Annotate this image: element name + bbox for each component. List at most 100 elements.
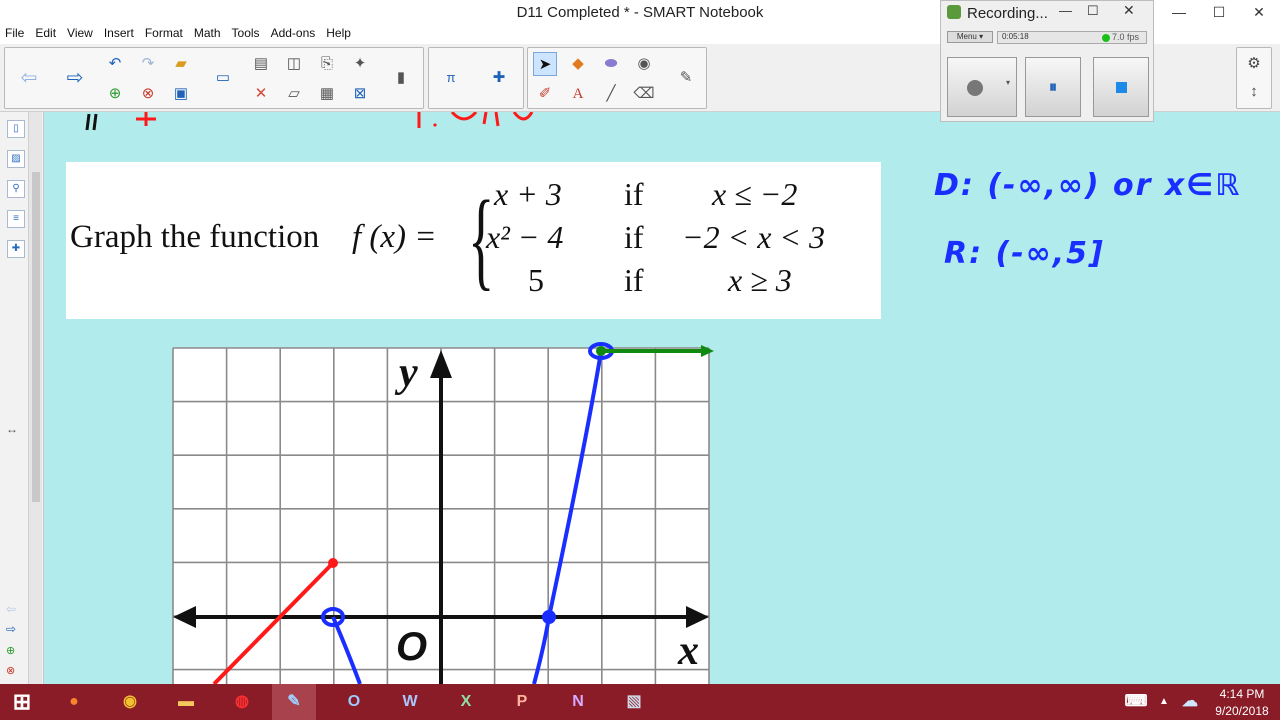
sketch-tool-icon[interactable]: ▧ xyxy=(612,684,656,720)
menu-tools[interactable]: Tools xyxy=(232,24,260,44)
back-arrow-icon[interactable]: ⇦ xyxy=(17,66,41,90)
share-icon[interactable]: ✦ xyxy=(348,52,372,76)
recorder-app-taskbar-icon[interactable]: ◍ xyxy=(220,684,264,720)
prev-page-arrow-icon[interactable]: ⇦ xyxy=(6,602,16,616)
open-folder-icon[interactable]: ▰ xyxy=(169,52,193,76)
toolbar-group-main: ⇦ ⇨ ↶ ↷ ▰ ⊕ ⊗ ▣ ▭ ▤ ◫ ⎘ ✦ ✕ ▱ ▦ ⊠ ▮ xyxy=(4,47,424,109)
recorder-timer: 0:05:18 xyxy=(1002,32,1029,41)
side-bar: ▯ ▨ ⚲ ≡ ✚ ↔ ⇦ ⇨ ⊕ ⊗ xyxy=(0,112,44,684)
text-icon[interactable]: A xyxy=(566,82,590,106)
sidebar-scrollbar[interactable] xyxy=(28,112,42,684)
menu-format[interactable]: Format xyxy=(145,24,183,44)
onedrive-icon[interactable]: ☁ xyxy=(1176,684,1204,720)
recorder-close-button[interactable]: ✕ xyxy=(1123,2,1135,19)
resize-handle-icon[interactable]: ↔ xyxy=(6,422,18,436)
taskbar-date[interactable]: 9/20/2018 xyxy=(1208,704,1276,718)
recorder-progress: 0:05:18 7.0 fps xyxy=(997,31,1147,44)
screen-icon[interactable]: ▭ xyxy=(211,66,235,90)
recorder-panel[interactable]: Recording... — ☐ ✕ Menu ▾ 0:05:18 7.0 fp… xyxy=(940,0,1154,122)
toolbar-group-tools: ➤ ◆ ⬬ ◉ ✎ ✐ A ╱ ⌫ xyxy=(527,47,707,109)
menu-math[interactable]: Math xyxy=(194,24,221,44)
smart-notebook-taskbar-icon[interactable]: ✎ xyxy=(272,684,316,720)
delete-page-small-icon[interactable]: ⊗ xyxy=(6,664,15,677)
pause-button[interactable]: ⏸ xyxy=(1025,57,1081,117)
close-button[interactable]: ✕ xyxy=(1236,0,1280,24)
add-ons-puzzle-icon[interactable]: ✚ xyxy=(487,66,511,90)
save-icon[interactable]: ▣ xyxy=(169,82,193,106)
add-ons-icon[interactable]: ✚ xyxy=(7,240,25,258)
forward-arrow-icon[interactable]: ⇨ xyxy=(63,66,87,90)
next-page-arrow-icon[interactable]: ⇨ xyxy=(6,622,16,636)
toolbar-group-addons: π ✚ xyxy=(428,47,524,109)
properties-pen-icon[interactable]: ✎ xyxy=(674,66,698,90)
recorder-status-dot-icon xyxy=(1102,34,1110,42)
file-explorer-icon[interactable]: ▬ xyxy=(164,684,208,720)
red-closed-endpoint xyxy=(328,558,338,568)
properties-icon[interactable]: ≡ xyxy=(7,210,25,228)
move-toolbar-icon[interactable]: ↕ xyxy=(1242,80,1266,104)
page-sorter-icon[interactable]: ▯ xyxy=(7,120,25,138)
clear-icon[interactable]: ✕ xyxy=(249,82,273,106)
tray-expand-icon[interactable]: ▲ xyxy=(1154,684,1174,720)
add-page-small-icon[interactable]: ⊕ xyxy=(6,644,15,657)
eraser-icon[interactable]: ⬬ xyxy=(599,52,623,76)
menu-file[interactable]: File xyxy=(5,24,24,44)
math-pi-icon[interactable]: π xyxy=(439,66,463,90)
response-icon[interactable]: ▮ xyxy=(389,66,413,90)
erase-tool-icon[interactable]: ⌫ xyxy=(632,82,656,106)
word-icon[interactable]: W xyxy=(388,684,432,720)
record-dot-icon xyxy=(967,80,983,96)
firefox-icon[interactable]: ● xyxy=(52,684,96,720)
stop-icon xyxy=(1116,82,1127,93)
blue-x-intercept-point xyxy=(542,610,556,624)
delete-page-icon[interactable]: ⊗ xyxy=(136,82,160,106)
keyboard-icon[interactable]: ⌨ xyxy=(1120,684,1152,720)
recorder-app-icon xyxy=(947,5,961,19)
origin-label: O xyxy=(396,625,427,669)
redo-icon[interactable]: ↷ xyxy=(136,52,160,76)
graph-drawing: y x O xyxy=(172,342,714,684)
sidebar-scrollbar-thumb[interactable] xyxy=(32,172,40,502)
table-icon[interactable]: ▦ xyxy=(315,82,339,106)
line-icon[interactable]: ╱ xyxy=(599,82,623,106)
document-camera-icon[interactable]: ⎘ xyxy=(315,52,339,76)
chrome-icon[interactable]: ◉ xyxy=(108,684,152,720)
menu-insert[interactable]: Insert xyxy=(104,24,134,44)
shapes-icon[interactable]: ◆ xyxy=(566,52,590,76)
record-dropdown-icon[interactable]: ▾ xyxy=(1006,78,1010,87)
gallery-icon[interactable]: ▨ xyxy=(7,150,25,168)
x-axis-label: x xyxy=(677,628,699,674)
menu-view[interactable]: View xyxy=(67,24,93,44)
recorder-maximize-button[interactable]: ☐ xyxy=(1087,3,1099,19)
fill-icon[interactable]: ◉ xyxy=(632,52,656,76)
menu-add-ons[interactable]: Add-ons xyxy=(271,24,316,44)
settings-gear-icon[interactable]: ⚙ xyxy=(1242,52,1266,76)
pause-icon: ⏸ xyxy=(1048,79,1057,96)
screen-capture-icon[interactable]: ◫ xyxy=(282,52,306,76)
paste-icon[interactable]: ▤ xyxy=(249,52,273,76)
fit-icon[interactable]: ⊠ xyxy=(348,82,372,106)
record-button[interactable]: ▾ xyxy=(947,57,1017,117)
select-pointer-icon[interactable]: ➤ xyxy=(533,52,557,76)
add-page-icon[interactable]: ⊕ xyxy=(103,82,127,106)
stop-button[interactable] xyxy=(1093,57,1149,117)
toolbar-group-side: ⚙ ↕ xyxy=(1236,47,1272,109)
show-hide-icon[interactable]: ▱ xyxy=(282,82,306,106)
notebook-canvas[interactable]: Graph the function f (x) = { x + 3 if x … xyxy=(44,112,1280,684)
menu-edit[interactable]: Edit xyxy=(35,24,56,44)
recorder-minimize-button[interactable]: — xyxy=(1059,3,1072,18)
taskbar-time[interactable]: 4:14 PM xyxy=(1212,687,1272,701)
outlook-icon[interactable]: O xyxy=(332,684,376,720)
powerpoint-icon[interactable]: P xyxy=(500,684,544,720)
attachments-icon[interactable]: ⚲ xyxy=(7,180,25,198)
recorder-fps: 7.0 fps xyxy=(1112,32,1140,42)
recorder-menu-button[interactable]: Menu ▾ xyxy=(947,31,993,43)
green-closed-endpoint xyxy=(596,346,606,356)
excel-icon[interactable]: X xyxy=(444,684,488,720)
pens-icon[interactable]: ✐ xyxy=(533,82,557,106)
start-windows-icon[interactable]: ⊞ xyxy=(0,684,44,720)
menu-help[interactable]: Help xyxy=(326,24,351,44)
undo-icon[interactable]: ↶ xyxy=(103,52,127,76)
recorder-menu-label: Menu xyxy=(956,32,977,41)
onenote-icon[interactable]: N xyxy=(556,684,600,720)
